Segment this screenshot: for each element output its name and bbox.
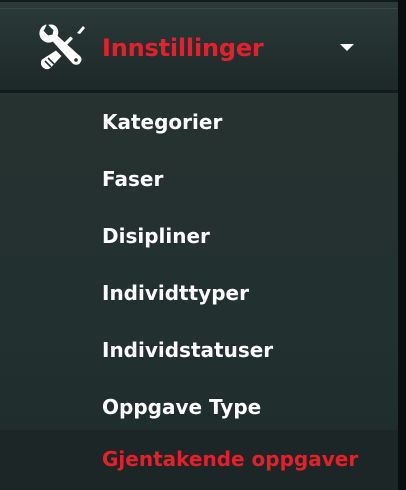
header-inner-border (0, 8, 398, 9)
settings-menu-toggle[interactable]: Innstillinger (0, 0, 398, 93)
menu-item-disipliner[interactable]: Disipliner (0, 207, 398, 265)
menu-item-label: Individttyper (102, 281, 249, 305)
menu-item-label: Faser (102, 167, 164, 191)
menu-item-individttyper[interactable]: Individttyper (0, 264, 398, 322)
menu-item-kategorier[interactable]: Kategorier (0, 93, 398, 151)
menu-item-label-active: Gjentakende oppgaver (102, 447, 359, 471)
settings-menu-label: Innstillinger (102, 34, 264, 62)
menu-item-faser[interactable]: Faser (0, 150, 398, 208)
menu-item-individstatuser[interactable]: Individstatuser (0, 321, 398, 379)
menu-item-label: Individstatuser (102, 338, 274, 362)
menu-item-oppgave-type[interactable]: Oppgave Type (0, 378, 398, 436)
menu-item-label: Kategorier (102, 110, 223, 134)
tools-icon (39, 24, 85, 70)
settings-menu-panel: Innstillinger Kategorier Faser Disipline… (0, 0, 398, 490)
menu-item-label: Disipliner (102, 224, 210, 248)
header-top-border (0, 0, 398, 2)
caret-down-icon[interactable] (340, 44, 354, 51)
window-edge (398, 0, 406, 490)
menu-item-gjentakende-oppgaver[interactable]: Gjentakende oppgaver (0, 430, 398, 490)
menu-item-label: Oppgave Type (102, 395, 262, 419)
settings-submenu: Kategorier Faser Disipliner Individttype… (0, 93, 398, 490)
